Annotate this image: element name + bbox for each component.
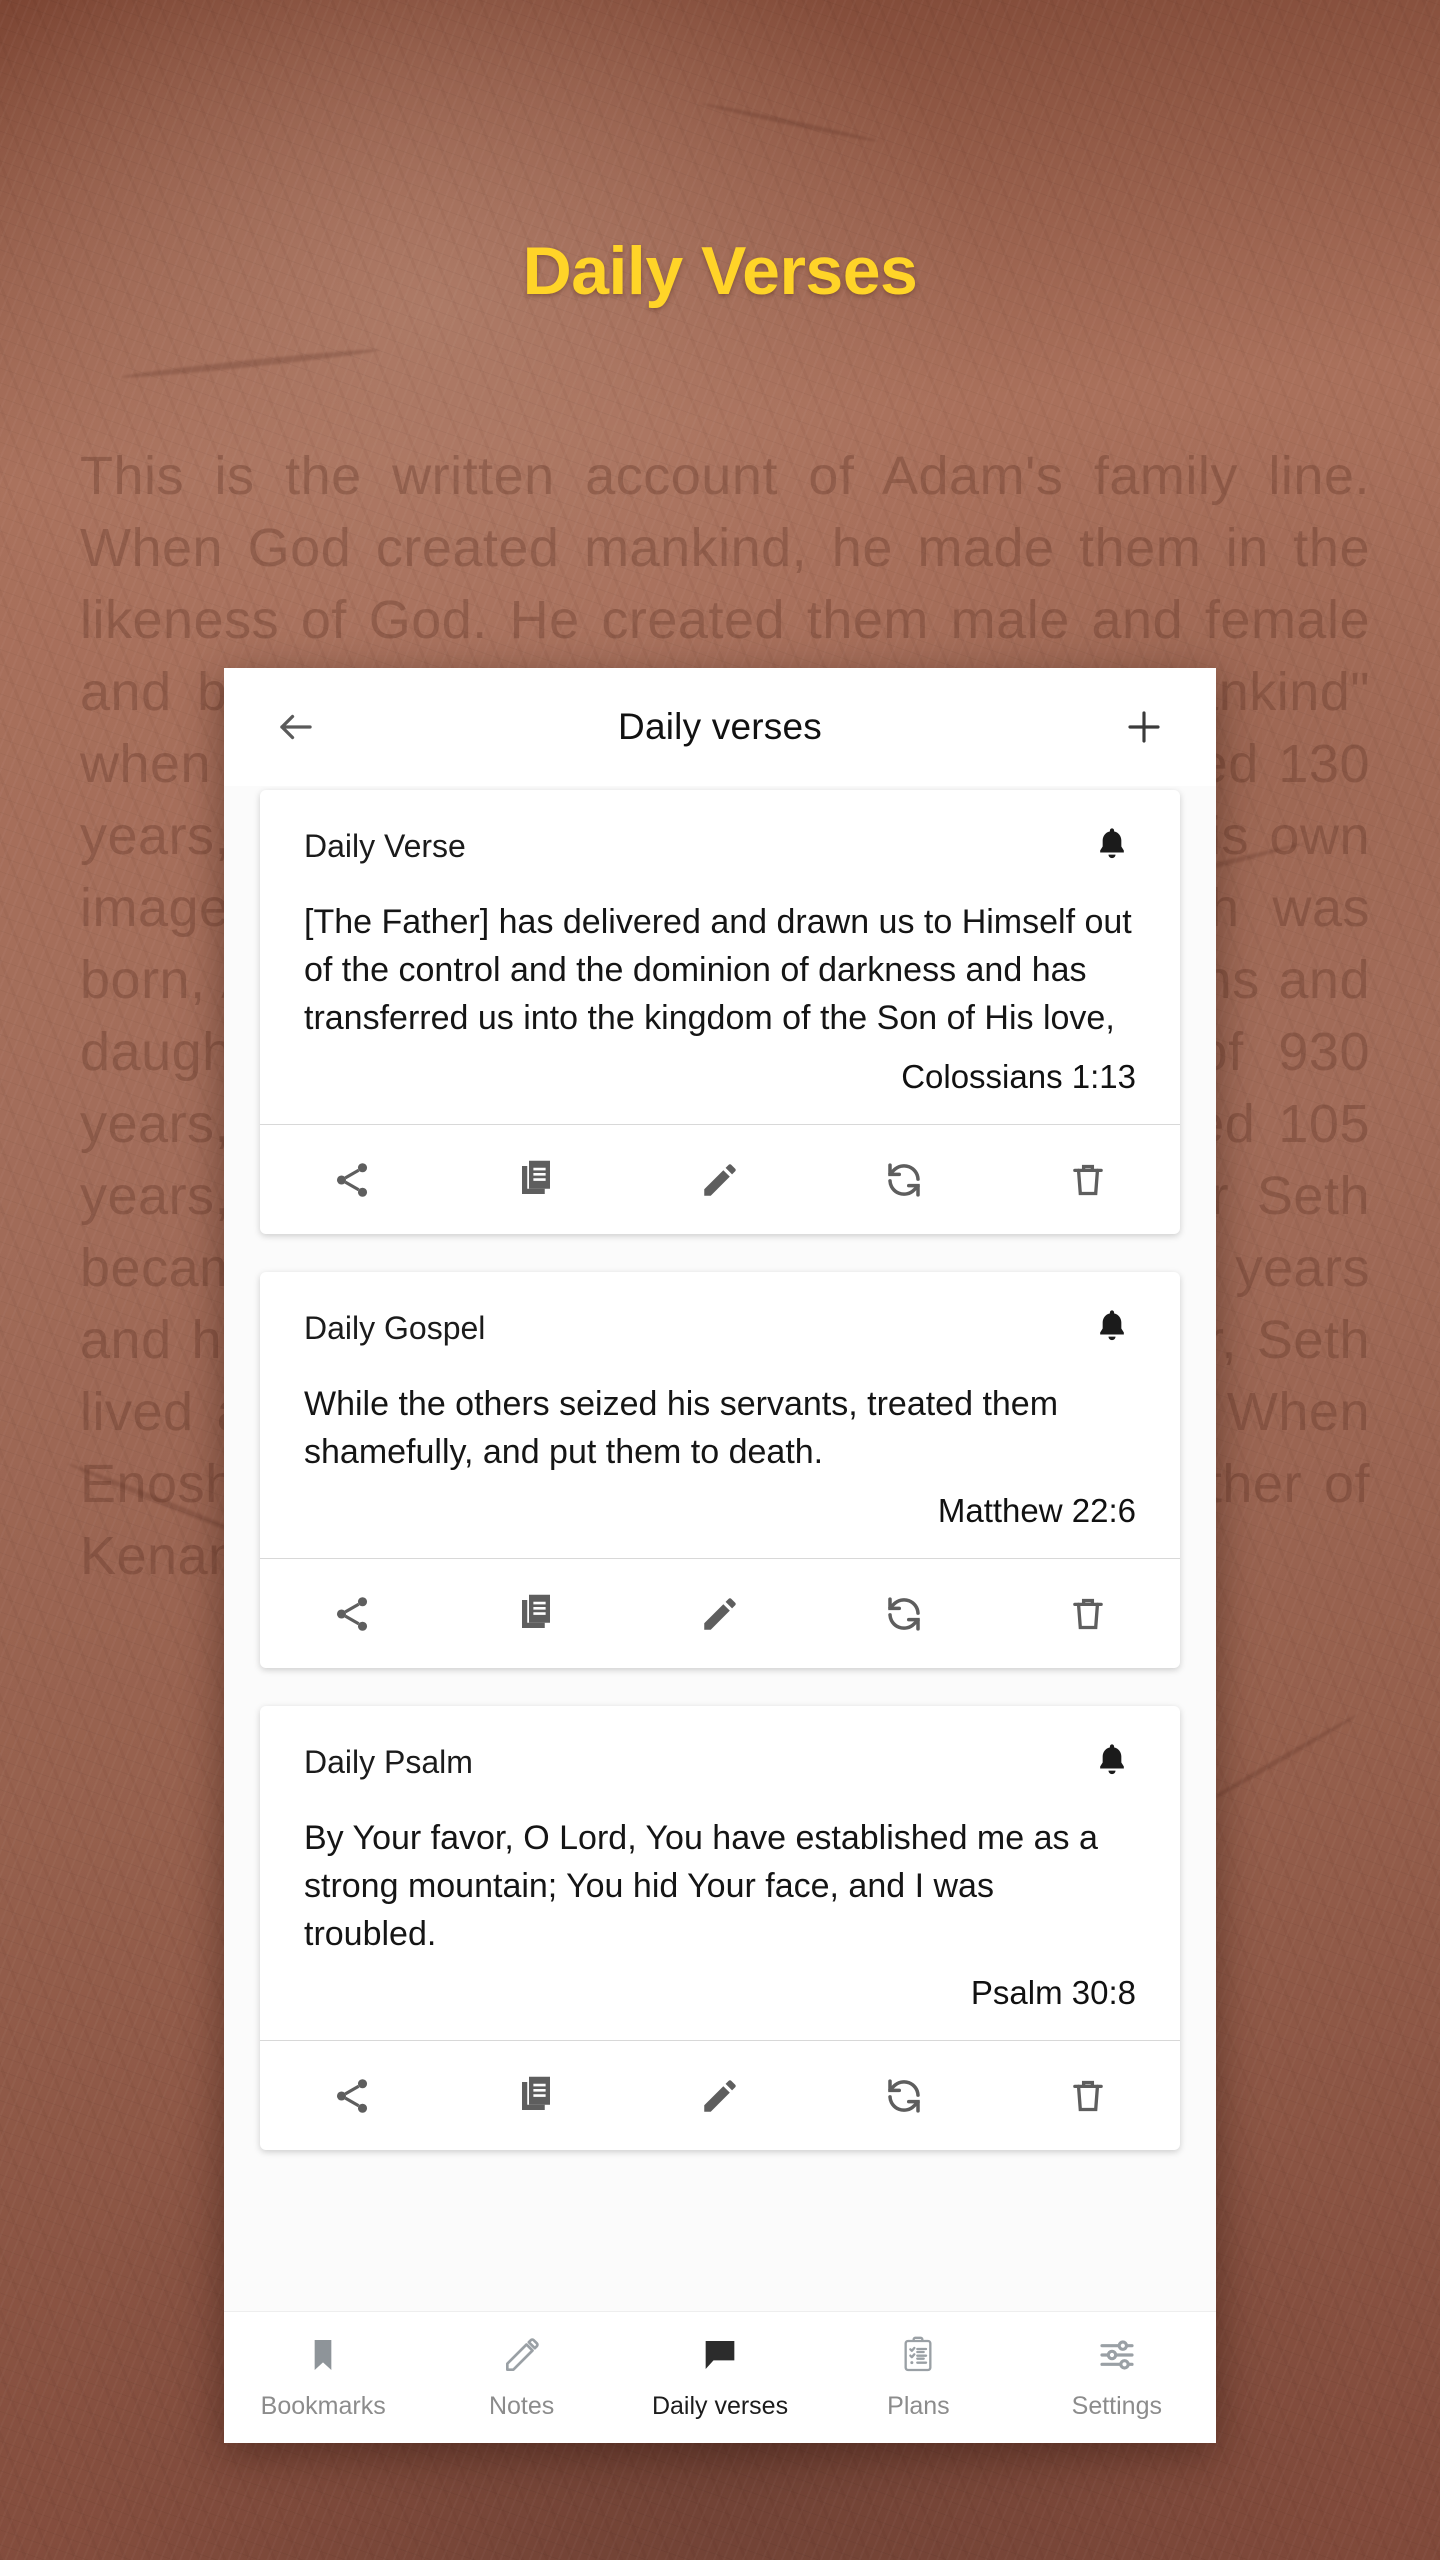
nav-label: Settings xyxy=(1071,2391,1162,2420)
verse-text: While the others seized his servants, tr… xyxy=(304,1385,1059,1471)
verse-card-title: Daily Verse xyxy=(304,828,466,864)
verse-card-title: Daily Gospel xyxy=(304,1310,486,1346)
verse-card-list[interactable]: Daily Verse [The Father] has delivered a… xyxy=(224,786,1216,2311)
verse-reference: Psalm 30:8 xyxy=(970,1974,1136,2011)
verse-card-actions xyxy=(260,1124,1180,1234)
bottom-navigation: Bookmarks Notes Daily verses Plans Setti… xyxy=(224,2311,1216,2443)
bell-icon[interactable] xyxy=(1088,1740,1136,1788)
pencil-icon[interactable] xyxy=(628,2075,812,2117)
copy-icon[interactable] xyxy=(444,1593,628,1635)
verse-card-title: Daily Psalm xyxy=(304,1744,473,1780)
pencil-icon xyxy=(502,2335,542,2380)
verse-card-body: Daily Gospel While the others seized his… xyxy=(260,1272,1180,1558)
refresh-icon[interactable] xyxy=(812,1593,996,1635)
verse-reference: Matthew 22:6 xyxy=(937,1492,1136,1529)
verse-card-actions xyxy=(260,1558,1180,1668)
speech-bubble-icon xyxy=(700,2335,740,2380)
verse-text: [The Father] has delivered and drawn us … xyxy=(304,903,1132,1037)
trash-icon[interactable] xyxy=(996,1593,1180,1635)
copy-icon[interactable] xyxy=(444,1159,628,1201)
bell-icon[interactable] xyxy=(1088,1306,1136,1354)
pencil-icon[interactable] xyxy=(628,1593,812,1635)
verse-card-header: Daily Verse xyxy=(304,824,1136,872)
nav-item-plans[interactable]: Plans xyxy=(819,2312,1017,2443)
bookmark-icon xyxy=(303,2335,343,2380)
share-icon[interactable] xyxy=(260,2075,444,2117)
app-bar-title: Daily verses xyxy=(618,706,822,747)
nav-label: Daily verses xyxy=(651,2391,789,2420)
verse-card-header: Daily Gospel xyxy=(304,1306,1136,1354)
verse-card[interactable]: Daily Verse [The Father] has delivered a… xyxy=(260,790,1180,1234)
verse-reference: Colossians 1:13 xyxy=(901,1058,1136,1095)
bell-icon[interactable] xyxy=(1088,824,1136,872)
app-bar: Daily verses xyxy=(224,668,1216,786)
nav-item-daily-verses[interactable]: Daily verses xyxy=(621,2312,819,2443)
copy-icon[interactable] xyxy=(444,2075,628,2117)
verse-text: By Your favor, O Lord, You have establis… xyxy=(304,1819,1098,1953)
app-panel: Daily verses Daily Verse [The Father] ha… xyxy=(224,668,1216,2443)
verse-card-body: Daily Verse [The Father] has delivered a… xyxy=(260,790,1180,1124)
nav-label: Plans xyxy=(887,2391,950,2420)
sliders-icon xyxy=(1097,2335,1137,2380)
back-arrow-icon[interactable] xyxy=(266,697,326,757)
clipboard-list-icon xyxy=(898,2335,938,2380)
verse-card-header: Daily Psalm xyxy=(304,1740,1136,1788)
nav-item-bookmarks[interactable]: Bookmarks xyxy=(224,2312,422,2443)
nav-item-settings[interactable]: Settings xyxy=(1018,2312,1216,2443)
trash-icon[interactable] xyxy=(996,2075,1180,2117)
verse-card-actions xyxy=(260,2040,1180,2150)
refresh-icon[interactable] xyxy=(812,1159,996,1201)
trash-icon[interactable] xyxy=(996,1159,1180,1201)
verse-card[interactable]: Daily Gospel While the others seized his… xyxy=(260,1272,1180,1668)
nav-label: Notes xyxy=(488,2391,555,2420)
nav-label: Bookmarks xyxy=(260,2391,386,2420)
refresh-icon[interactable] xyxy=(812,2075,996,2117)
pencil-icon[interactable] xyxy=(628,1159,812,1201)
share-icon[interactable] xyxy=(260,1593,444,1635)
add-verse-button[interactable] xyxy=(1114,697,1174,757)
nav-item-notes[interactable]: Notes xyxy=(422,2312,620,2443)
page-title: Daily Verses xyxy=(522,233,918,309)
verse-card[interactable]: Daily Psalm By Your favor, O Lord, You h… xyxy=(260,1706,1180,2150)
share-icon[interactable] xyxy=(260,1159,444,1201)
verse-card-body: Daily Psalm By Your favor, O Lord, You h… xyxy=(260,1706,1180,2040)
